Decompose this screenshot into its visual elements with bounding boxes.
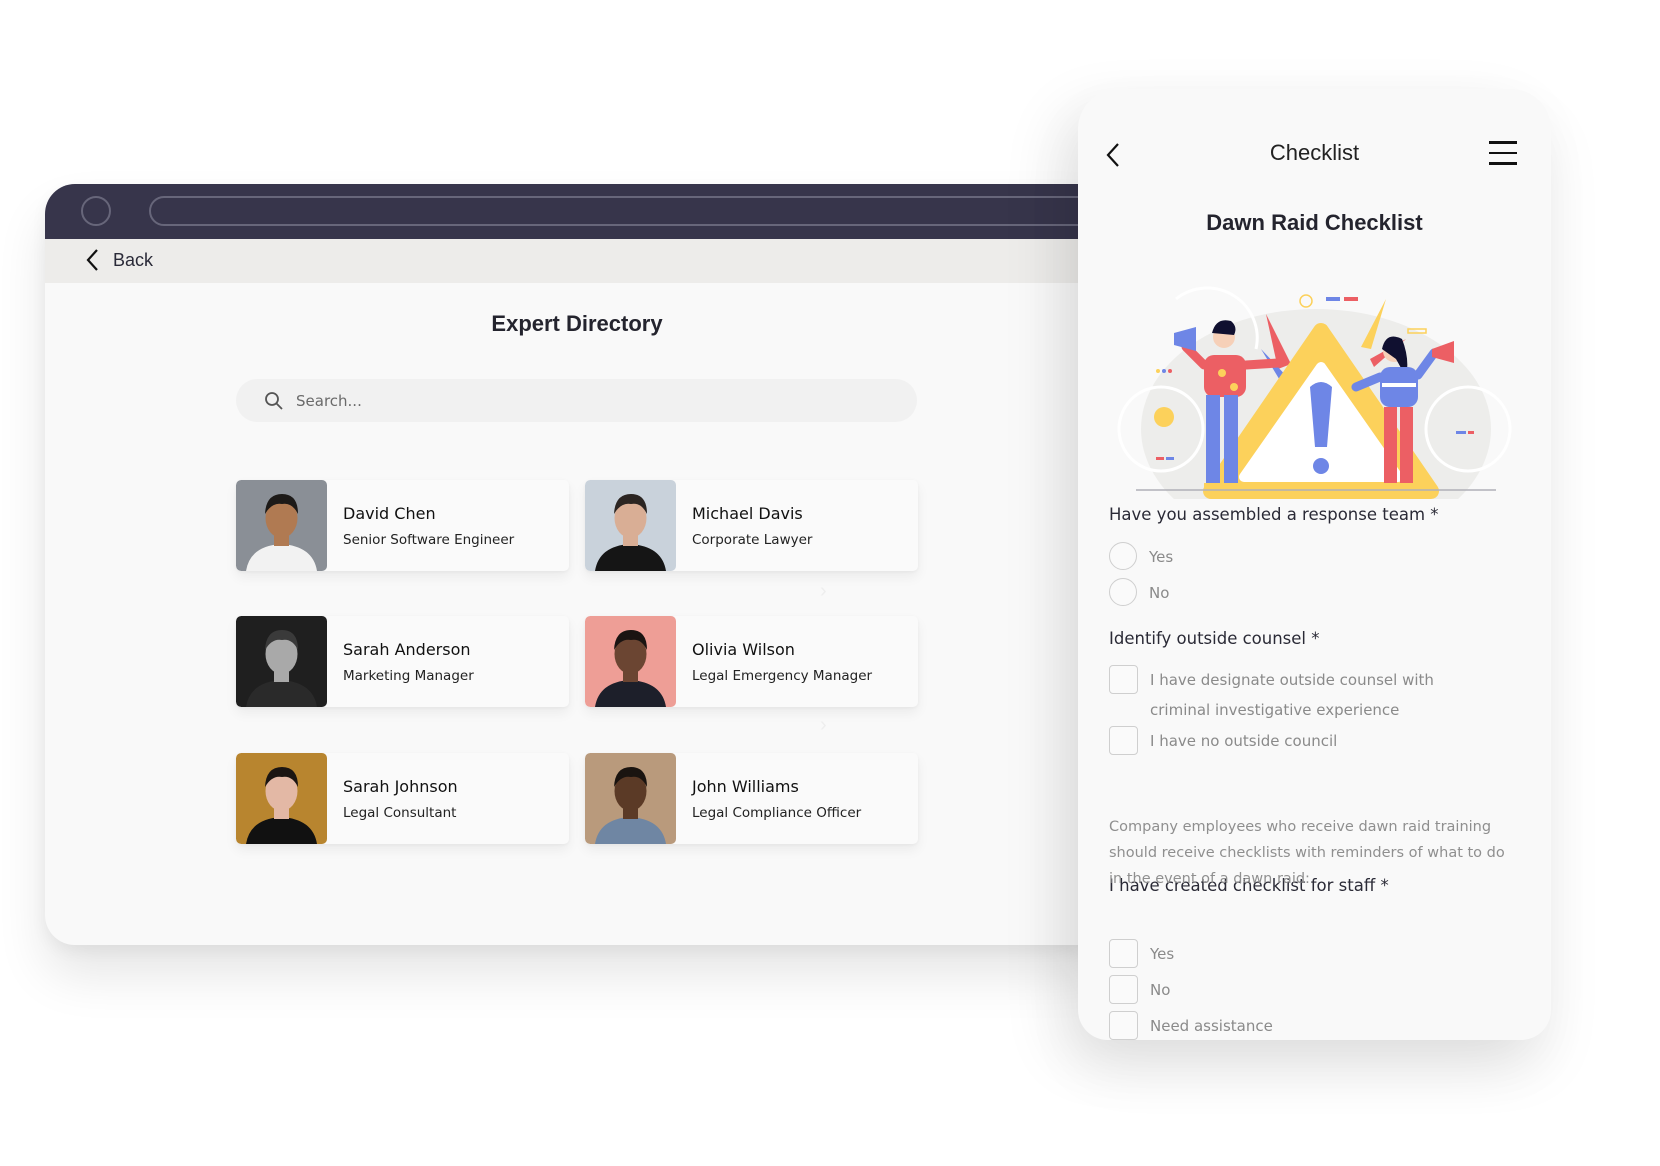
checklist-heading: Dawn Raid Checklist bbox=[1206, 210, 1423, 235]
expert-role: Legal Consultant bbox=[343, 805, 457, 821]
desktop-window: Back Expert Directory David Chen Senior S… bbox=[45, 184, 1105, 945]
nav-bar: Back bbox=[45, 239, 1105, 283]
expert-card[interactable]: Michael Davis Corporate Lawyer bbox=[585, 480, 918, 571]
checkbox-option[interactable]: Yes bbox=[1109, 939, 1174, 969]
checklist-note: Company employees who receive dawn raid … bbox=[1109, 819, 1505, 887]
expert-name: Sarah Johnson bbox=[343, 777, 458, 796]
avatar bbox=[585, 480, 676, 571]
expert-name: David Chen bbox=[343, 504, 436, 523]
avatar bbox=[585, 616, 676, 707]
question-label: Have you assembled a response team * bbox=[1109, 505, 1439, 524]
radio-option[interactable]: No bbox=[1109, 578, 1169, 608]
expert-card[interactable]: Olivia Wilson Legal Emergency Manager bbox=[585, 616, 918, 707]
back-label: Back bbox=[113, 249, 154, 270]
avatar bbox=[236, 616, 327, 707]
search-bar[interactable] bbox=[236, 379, 917, 422]
expert-role: Corporate Lawyer bbox=[692, 532, 813, 548]
search-icon bbox=[265, 391, 283, 410]
expert-role: Marketing Manager bbox=[343, 668, 474, 684]
browser-titlebar bbox=[45, 184, 1105, 239]
avatar bbox=[585, 753, 676, 844]
hamburger-menu-icon[interactable] bbox=[1489, 141, 1517, 165]
warning-illustration bbox=[1117, 286, 1512, 499]
search-input[interactable] bbox=[294, 390, 858, 411]
checklist-header-title: Checklist bbox=[1269, 140, 1360, 165]
expert-name: Olivia Wilson bbox=[692, 640, 795, 659]
option-label: I have designate outside counsel with cr… bbox=[1150, 671, 1434, 719]
address-bar[interactable] bbox=[149, 196, 1105, 226]
expert-name: Sarah Anderson bbox=[343, 640, 471, 659]
option-label: I have no outside council bbox=[1150, 732, 1338, 750]
checkbox[interactable] bbox=[1109, 939, 1138, 968]
checkbox-option[interactable]: I have designate outside counsel with cr… bbox=[1109, 665, 1490, 725]
checkbox[interactable] bbox=[1109, 665, 1138, 694]
checklist-panel: Checklist Dawn Raid Checklist Have you a… bbox=[1078, 89, 1551, 1040]
expert-role: Legal Emergency Manager bbox=[692, 668, 873, 684]
avatar bbox=[236, 480, 327, 571]
expert-card[interactable]: Sarah Anderson Marketing Manager bbox=[236, 616, 569, 707]
expert-role: Senior Software Engineer bbox=[343, 532, 515, 548]
checkbox-option[interactable]: I have no outside council bbox=[1109, 726, 1337, 756]
expert-card[interactable]: John Williams Legal Compliance Officer bbox=[585, 753, 918, 844]
radio-button[interactable] bbox=[1109, 542, 1137, 570]
chevron-left-icon bbox=[86, 249, 98, 271]
expert-card[interactable]: David Chen Senior Software Engineer bbox=[236, 480, 569, 571]
window-control-button[interactable] bbox=[81, 196, 111, 226]
option-label: Yes bbox=[1149, 548, 1174, 566]
expert-role: Legal Compliance Officer bbox=[692, 805, 862, 821]
checkbox[interactable] bbox=[1109, 1011, 1138, 1040]
radio-option[interactable]: Yes bbox=[1109, 542, 1173, 572]
back-button[interactable]: Back bbox=[85, 248, 153, 272]
avatar bbox=[236, 753, 327, 844]
option-label: Need assistance bbox=[1150, 1017, 1273, 1035]
checkbox-option[interactable]: No bbox=[1109, 975, 1170, 1005]
chevron-right-icon: › bbox=[820, 580, 827, 602]
expert-card[interactable]: Sarah Johnson Legal Consultant bbox=[236, 753, 569, 844]
chevron-right-icon: › bbox=[820, 714, 827, 736]
checkbox-option[interactable]: Need assistance bbox=[1109, 1011, 1273, 1040]
checkbox[interactable] bbox=[1109, 975, 1138, 1004]
expert-name: Michael Davis bbox=[692, 504, 803, 523]
checkbox[interactable] bbox=[1109, 726, 1138, 755]
radio-button[interactable] bbox=[1109, 578, 1137, 606]
question-label: Identify outside counsel * bbox=[1109, 629, 1320, 648]
option-label: No bbox=[1149, 584, 1170, 602]
expert-name: John Williams bbox=[692, 777, 799, 796]
option-label: Yes bbox=[1150, 945, 1175, 963]
page-title: Expert Directory bbox=[491, 311, 663, 336]
option-label: No bbox=[1150, 981, 1171, 999]
